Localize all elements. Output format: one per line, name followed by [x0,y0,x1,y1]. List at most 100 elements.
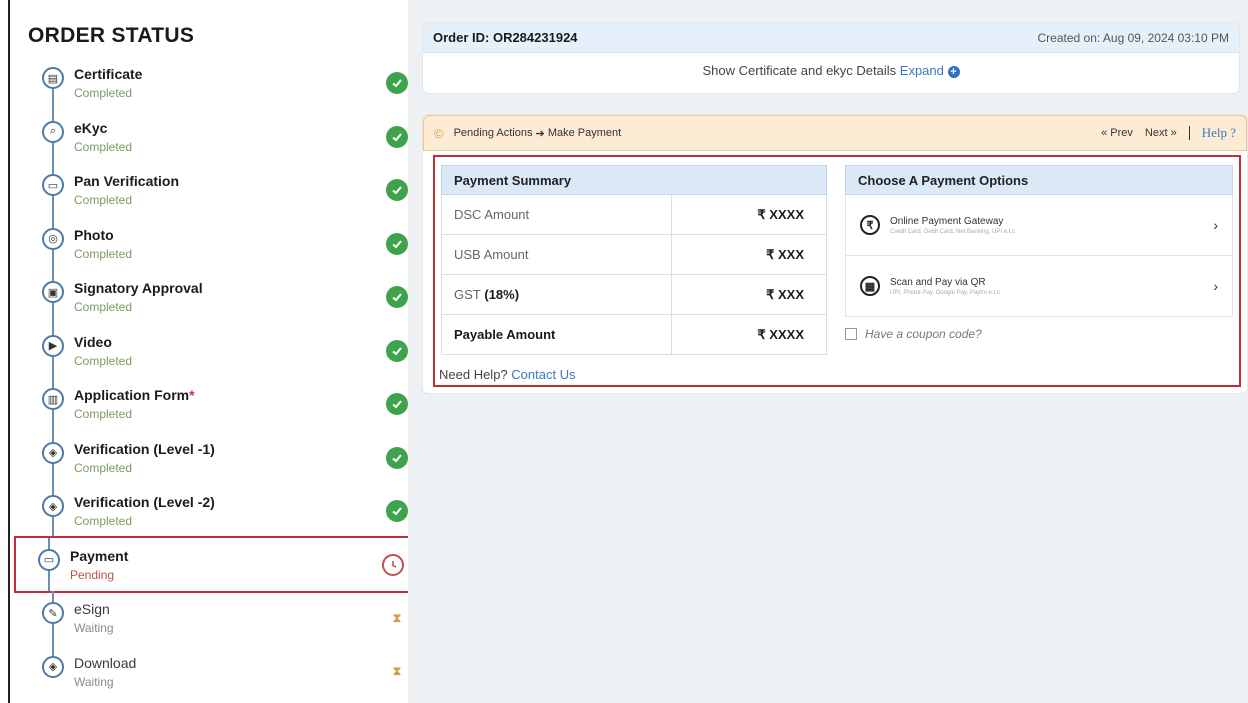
step-label: Verification (Level -2) [74,494,215,510]
check-icon [386,232,408,255]
hourglass-icon: ⧗ [386,660,408,683]
shield-icon: ◈ [42,495,64,517]
payment-summary-title: Payment Summary [441,165,827,195]
status-step-pan-verification[interactable]: ▭ Pan Verification Completed [20,163,412,217]
order-status-sidebar: ORDER STATUS ▤ Certificate Completed ⌕ eKyc C… [10,0,418,703]
pending-actions-label: Pending Actions [453,127,533,139]
qr-icon: ▦ [860,276,880,296]
summary-value: ₹ XXX [766,286,804,302]
payment-highlight-box: Payment Summary DSC Amount ₹ XXXX USB Am… [433,155,1241,387]
summary-value: ₹ XXXX [757,326,804,342]
step-status: Completed [74,460,133,475]
divider [1188,126,1190,140]
prev-button[interactable]: « Prev [1101,127,1133,139]
option-subtitle: UPI, Phone Pay, Google Pay, Paytm e.t.c [890,289,1000,296]
status-step-verification-level-1[interactable]: ◈ Verification (Level -1) Completed [20,430,412,484]
expand-plus-icon[interactable]: + [947,65,960,78]
check-icon [386,125,408,148]
certificate-icon: ▤ [42,67,64,89]
online-payment-option[interactable]: ₹ Online Payment Gateway Credit Card, De… [845,195,1233,256]
step-label: eSign [74,601,110,617]
option-subtitle: Credit Card, Debit Card, Net Banking, UP… [890,228,1016,235]
summary-row: USB Amount ₹ XXX [441,235,827,275]
qr-payment-option[interactable]: ▦ Scan and Pay via QR UPI, Phone Pay, Go… [845,256,1233,317]
check-icon [386,179,408,201]
expand-link[interactable]: Expand [900,63,944,78]
status-step-photo[interactable]: ◎ Photo Completed [20,216,412,270]
details-text: Show Certificate and ekyc Details [702,63,897,78]
check-icon [386,72,408,94]
video-icon: ▶ [42,334,64,357]
summary-row: DSC Amount ₹ XXXX [441,195,827,235]
check-icon [386,286,408,308]
pending-actions-bar: © Pending Actions ➔ Make Payment « Prev … [423,115,1247,151]
step-label: Video [74,333,112,350]
step-status: Completed [74,514,133,528]
summary-row: GST (18%) ₹ XXX [441,275,827,315]
step-status: Completed [74,246,133,261]
coupon-row[interactable]: Have a coupon code? [845,327,982,341]
step-status: Completed [74,407,133,421]
form-icon: ▥ [42,388,64,410]
summary-key: GST (18%) [442,275,672,314]
search-user-icon: ⌕ [42,120,64,143]
status-step-verification-level-2[interactable]: ◈ Verification (Level -2) Completed [20,484,412,538]
status-step-signatory-approval[interactable]: ▣ Signatory Approval Completed [20,270,412,324]
approval-icon: ▣ [42,281,64,303]
step-label: Pan Verification [74,173,180,189]
sidebar-title: ORDER STATUS [28,24,195,47]
status-step-payment[interactable]: ▭ Payment Pending [14,535,418,593]
summary-value: ₹ XXX [766,246,804,262]
required-mark: * [189,387,195,403]
status-step-ekyc[interactable]: ⌕ eKyc Completed [20,109,412,163]
step-status: Waiting [74,674,114,689]
arrow-icon: ➔ [535,127,545,140]
coupon-checkbox[interactable] [845,328,857,340]
shield-icon: ◈ [42,441,64,464]
next-button[interactable]: Next » [1145,127,1177,139]
status-step-application-form[interactable]: ▥ Application Form* Completed [20,377,412,431]
created-on: Created on: Aug 09, 2024 03:10 PM [1037,30,1229,45]
card-icon: ▭ [42,174,64,196]
summary-value: ₹ XXXX [757,206,804,222]
payment-options: Choose A Payment Options ₹ Online Paymen… [845,165,1233,317]
step-label: Application Form* [74,387,195,403]
status-step-download[interactable]: ◈ Download Waiting ⧗ [20,644,412,699]
step-nav: « Prev Next » Help ? [1101,125,1236,141]
pending-action-name: Make Payment [547,127,622,139]
summary-row-total: Payable Amount ₹ XXXX [441,315,827,355]
check-icon [386,339,408,362]
order-card: Order ID: OR284231924 Created on: Aug 09… [422,22,1240,94]
coupon-label: Have a coupon code? [865,327,982,341]
check-icon [386,446,408,469]
option-title: Scan and Pay via QR [890,276,986,288]
check-icon [386,393,408,415]
status-steps: ▤ Certificate Completed ⌕ eKyc Completed ▭ Pan … [14,56,418,699]
status-step-certificate[interactable]: ▤ Certificate Completed [20,56,412,110]
step-status: Completed [74,86,133,100]
order-id: Order ID: OR284231924 [433,30,578,45]
step-label: eKyc [74,119,108,136]
summary-key: Payable Amount [442,315,672,354]
shield-icon: ◈ [42,655,64,678]
step-label: Photo [74,226,114,243]
summary-key: USB Amount [442,235,672,274]
step-status: Waiting [74,621,114,635]
status-step-esign[interactable]: ✎ eSign Waiting ⧗ [20,591,412,645]
step-label: Download [74,654,137,671]
details-row: Show Certificate and ekyc Details Expand… [423,63,1239,78]
chevron-right-icon: › [1213,217,1218,233]
help-link[interactable]: Help ? [1202,125,1236,141]
clock-icon [382,553,404,576]
step-status: Completed [74,193,133,207]
contact-us-link[interactable]: Contact Us [511,367,575,382]
check-icon [386,500,408,522]
rupee-icon: ₹ [860,215,880,235]
status-step-video[interactable]: ▶ Video Completed [20,323,412,377]
card-icon: ▭ [38,548,60,571]
payment-summary: Payment Summary DSC Amount ₹ XXXX USB Am… [441,165,827,355]
step-status: Completed [74,353,133,368]
step-label: Certificate [74,66,143,82]
chevron-right-icon: › [1213,278,1218,294]
step-label: Signatory Approval [74,280,203,296]
